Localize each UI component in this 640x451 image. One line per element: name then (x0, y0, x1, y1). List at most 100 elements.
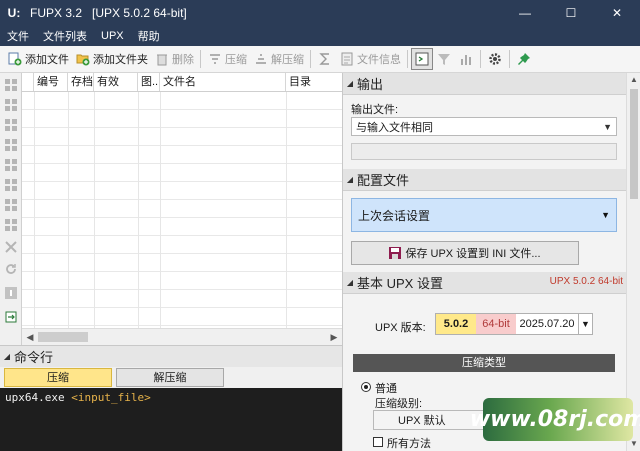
minimize-button[interactable]: — (502, 0, 548, 26)
grid-view-icon[interactable] (3, 97, 19, 113)
settings-scrollbar[interactable]: ▲ ▼ (626, 73, 640, 451)
grid-view-icon[interactable] (3, 117, 19, 133)
command-panel-header[interactable]: ◢ 命令行 (0, 345, 342, 367)
grid-view-icon[interactable] (3, 77, 19, 93)
chevron-down-icon[interactable]: ▼ (578, 314, 592, 334)
compress-icon (207, 51, 223, 67)
grid-line (94, 92, 95, 328)
column-header-valid[interactable]: 有效 (94, 73, 138, 91)
menu-help[interactable]: 帮助 (131, 28, 167, 44)
basic-upx-section-title: 基本 UPX 设置 (357, 276, 443, 291)
add-folder-icon (75, 51, 91, 67)
compress-button[interactable]: 压缩 (204, 48, 250, 70)
file-table[interactable]: 编号 存档 有效 图... 文件名 目录 ◀ ▶ (22, 73, 342, 345)
collapse-arrow-icon[interactable]: ◢ (343, 175, 357, 184)
add-folder-button[interactable]: 添加文件夹 (72, 48, 151, 70)
grid-view-icon[interactable] (3, 177, 19, 193)
output-section-title: 输出 (357, 77, 384, 92)
all-methods-label: 所有方法 (387, 438, 431, 450)
tab-decompress[interactable]: 解压缩 (116, 368, 224, 387)
add-file-label: 添加文件 (25, 54, 69, 66)
file-table-body[interactable] (22, 92, 342, 328)
scroll-right-icon[interactable]: ▶ (327, 331, 341, 343)
gear-icon[interactable] (484, 48, 506, 70)
collapse-arrow-icon[interactable]: ◢ (343, 278, 357, 287)
horizontal-scrollbar[interactable]: ◀ ▶ (22, 328, 342, 345)
grid-view-icon[interactable] (3, 217, 19, 233)
add-file-icon (7, 51, 23, 67)
decompress-button[interactable]: 解压缩 (250, 48, 307, 70)
profile-select[interactable]: 上次会话设置 ▼ (351, 198, 617, 232)
upx-version-label: UPX 版本: (375, 322, 426, 334)
tab-compress[interactable]: 压缩 (4, 368, 112, 387)
export-icon[interactable] (3, 309, 19, 325)
output-section-header[interactable]: ◢ 输出 (343, 73, 627, 95)
chart-icon[interactable] (455, 48, 477, 70)
pin-icon[interactable] (513, 48, 535, 70)
output-path-field[interactable] (351, 143, 617, 160)
menu-file-list[interactable]: 文件列表 (36, 28, 94, 44)
file-info-button[interactable]: 文件信息 (336, 48, 404, 70)
save-icon (389, 247, 402, 259)
profile-section-header[interactable]: ◢ 配置文件 (343, 169, 627, 191)
toolbar: 添加文件 添加文件夹 删除 压缩 解压缩 文件信息 (0, 46, 640, 73)
compression-level-label: 压缩级别: (375, 398, 423, 410)
chevron-down-icon: ▼ (601, 210, 610, 220)
compress-label: 压缩 (225, 54, 247, 66)
grid-view-icon[interactable] (3, 157, 19, 173)
refresh-icon[interactable] (3, 261, 19, 277)
save-ini-button[interactable]: 保存 UPX 设置到 INI 文件... (351, 241, 579, 265)
scroll-up-icon[interactable]: ▲ (627, 73, 640, 87)
window-title: FUPX 3.2 [UPX 5.0.2 64-bit] (30, 6, 187, 20)
console-toggle-icon[interactable] (411, 48, 433, 70)
file-list-tool-strip (0, 73, 22, 345)
basic-upx-section-header[interactable]: ◢ 基本 UPX 设置 UPX 5.0.2 64-bit (343, 272, 627, 294)
command-line-output[interactable]: upx64.exe <input_file> (0, 388, 342, 451)
grid-line (160, 92, 161, 328)
maximize-button[interactable]: ☐ (548, 0, 594, 26)
grid-line (286, 92, 287, 328)
command-executable: upx64.exe (5, 391, 65, 404)
grid-line (34, 92, 35, 328)
menu-upx[interactable]: UPX (94, 30, 131, 42)
add-folder-label: 添加文件夹 (93, 54, 148, 66)
scroll-thumb[interactable] (630, 89, 638, 199)
collapse-arrow-icon[interactable]: ◢ (0, 352, 14, 361)
command-tabs: 压缩 解压缩 (0, 367, 342, 388)
info-icon[interactable] (3, 285, 19, 301)
profile-selected-value: 上次会话设置 (358, 208, 431, 223)
add-file-button[interactable]: 添加文件 (4, 48, 72, 70)
column-header-archive[interactable]: 存档 (68, 73, 94, 91)
upx-version-number: 5.0.2 (436, 314, 476, 334)
grid-line (68, 92, 69, 328)
compression-type-header: 压缩类型 (353, 354, 615, 372)
window-controls: — ☐ ✕ (502, 0, 640, 26)
normal-radio[interactable] (361, 382, 371, 392)
delete-button[interactable]: 删除 (151, 48, 197, 70)
close-button[interactable]: ✕ (594, 0, 640, 26)
grid-view-icon[interactable] (3, 137, 19, 153)
delete-label: 删除 (172, 54, 194, 66)
grid-view-icon[interactable] (3, 197, 19, 213)
upx-version-select[interactable]: 5.0.2 64-bit 2025.07.20 ▼ (435, 313, 593, 335)
output-file-value: 与输入文件相同 (356, 121, 433, 134)
file-table-header: 编号 存档 有效 图... 文件名 目录 (22, 73, 342, 92)
column-header-icon[interactable]: 图... (138, 73, 160, 91)
column-header-number[interactable]: 编号 (34, 73, 68, 91)
collapse-arrow-icon[interactable]: ◢ (343, 79, 357, 88)
all-methods-checkbox[interactable] (373, 437, 383, 447)
title-bar: U: FUPX 3.2 [UPX 5.0.2 64-bit] — ☐ ✕ (0, 0, 640, 26)
column-header-directory[interactable]: 目录 (286, 73, 342, 91)
scroll-left-icon[interactable]: ◀ (23, 331, 37, 343)
remove-icon[interactable] (3, 239, 19, 255)
column-header-filename[interactable]: 文件名 (160, 73, 286, 91)
decompress-label: 解压缩 (271, 54, 304, 66)
output-file-select[interactable]: 与输入文件相同 ▼ (351, 117, 617, 136)
sigma-icon[interactable] (314, 48, 336, 70)
filter-icon[interactable] (433, 48, 455, 70)
toolbar-separator (480, 50, 481, 68)
scroll-thumb[interactable] (38, 332, 88, 342)
save-ini-label: 保存 UPX 设置到 INI 文件... (405, 248, 541, 260)
command-panel-title: 命令行 (14, 350, 54, 365)
menu-file[interactable]: 文件 (0, 28, 36, 44)
